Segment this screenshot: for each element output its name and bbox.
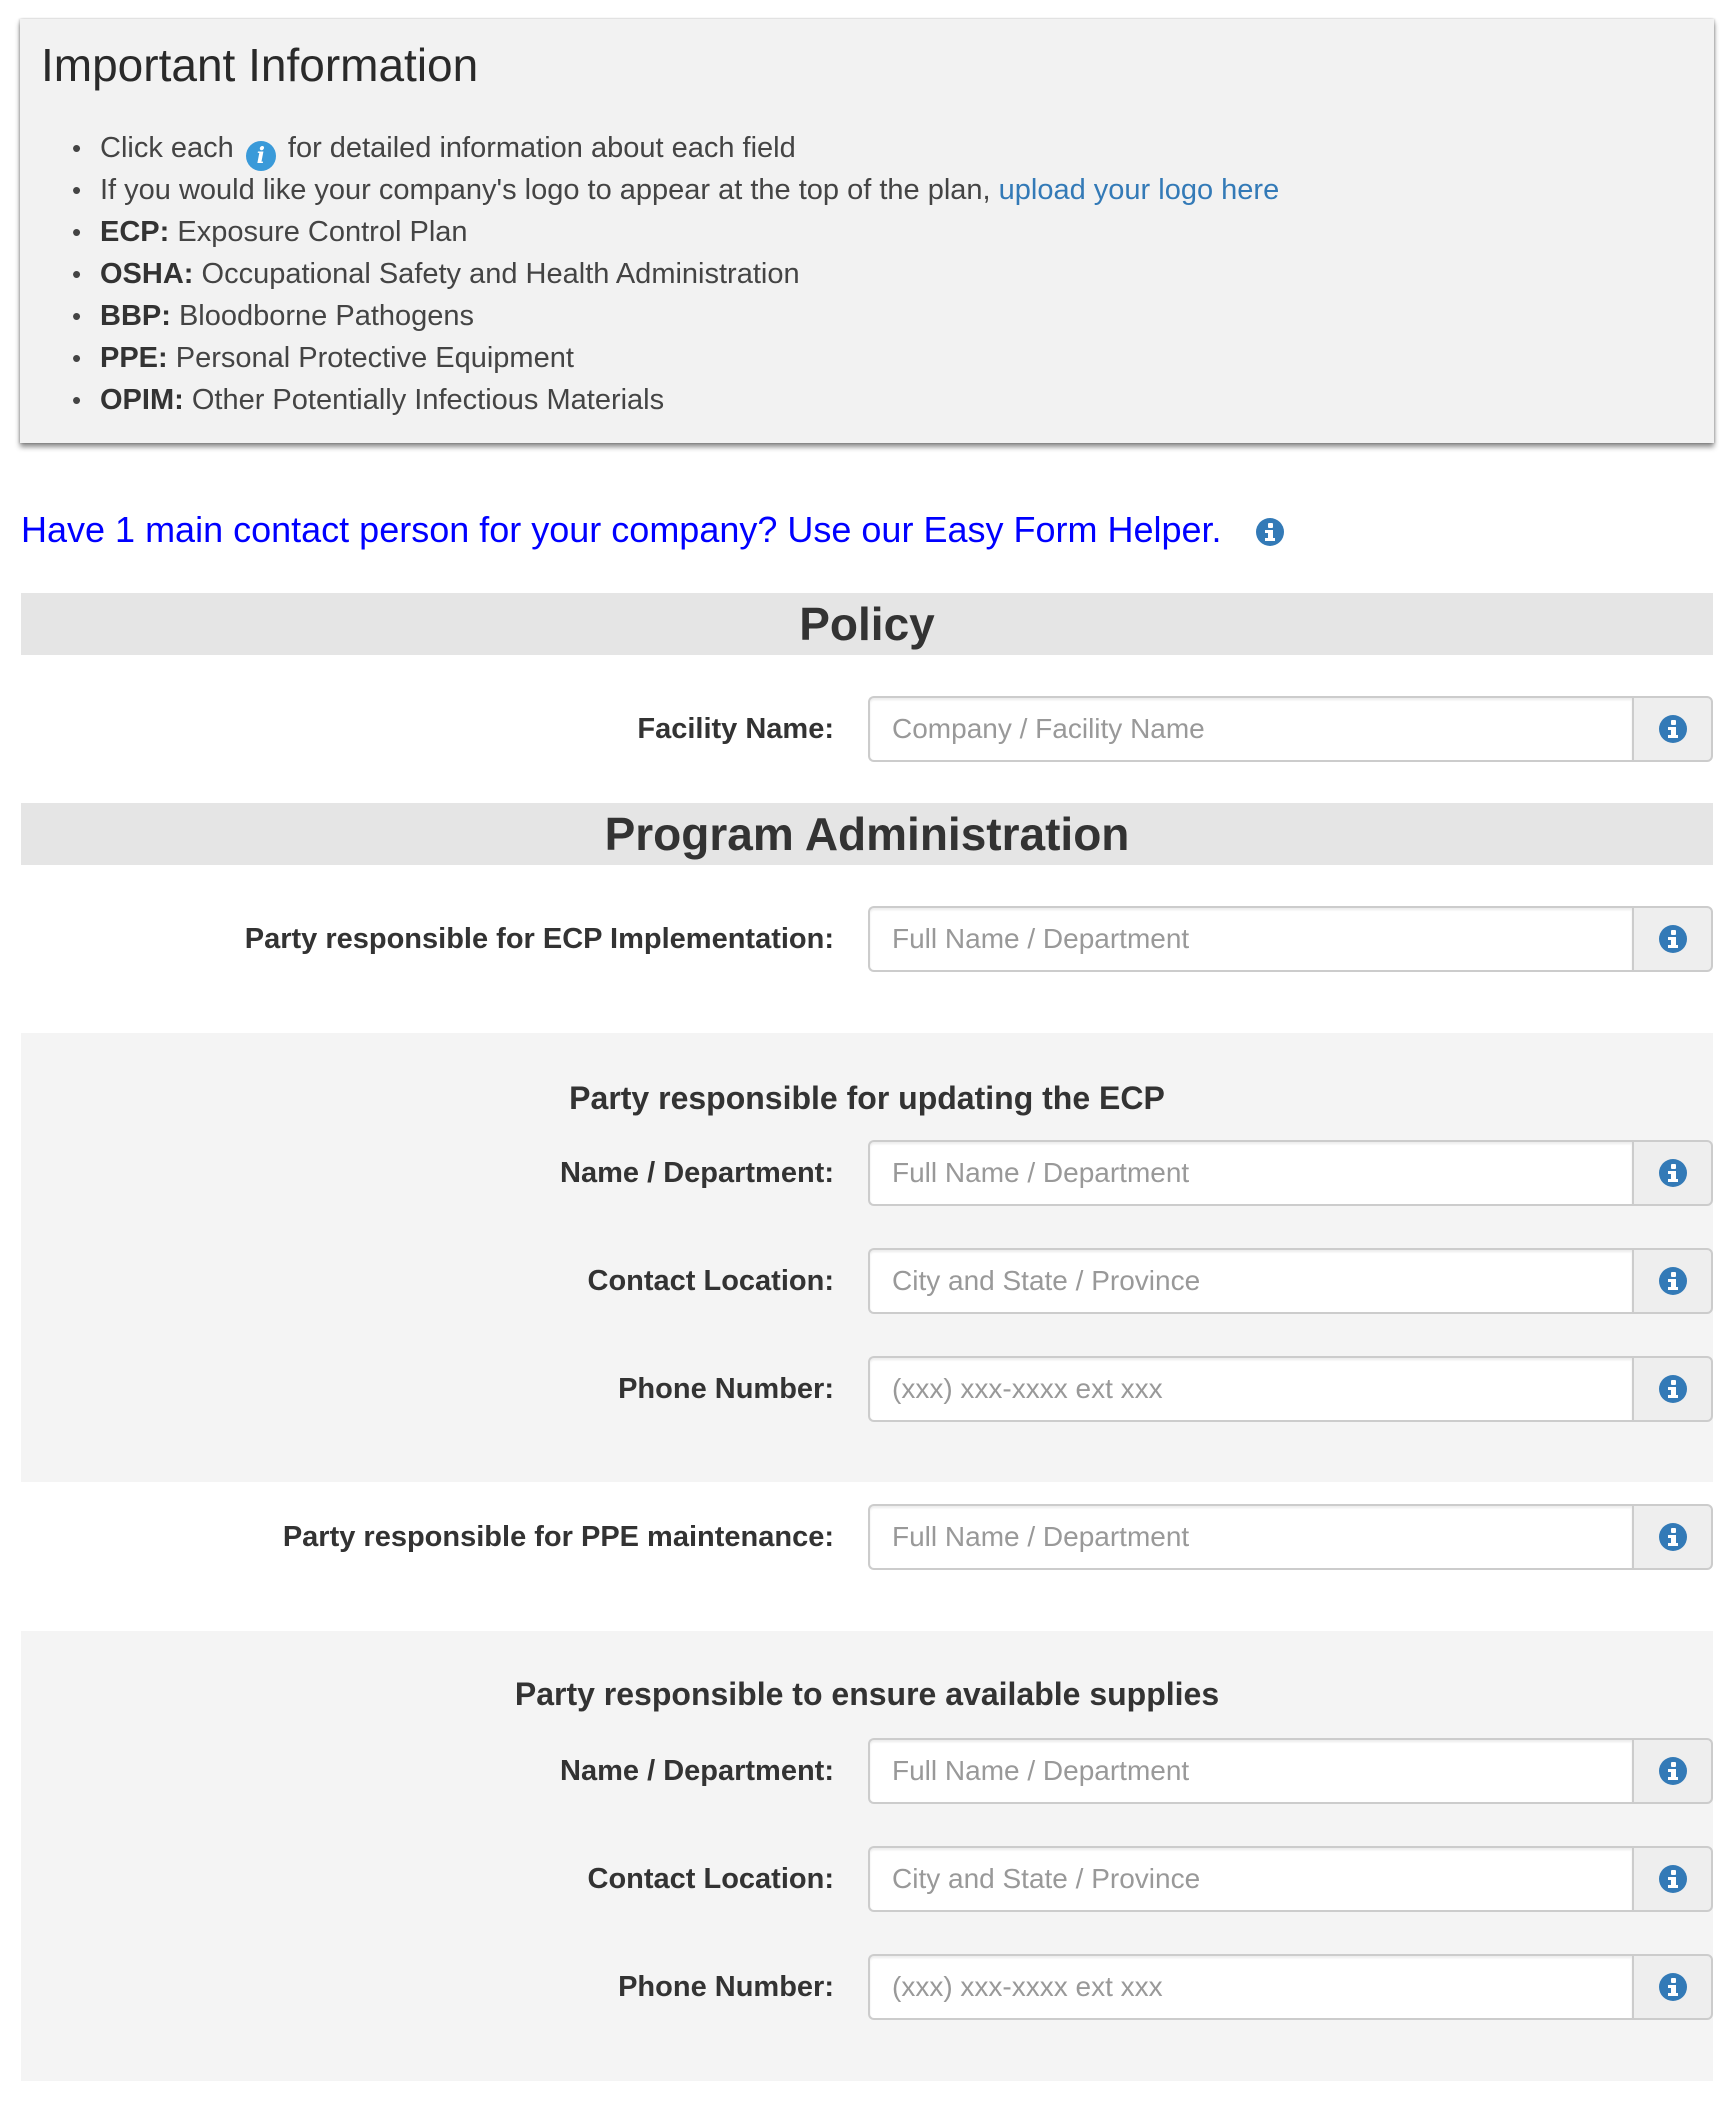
info-item-osha: OSHA: Occupational Safety and Health Adm… — [72, 253, 1279, 295]
info-list: Click each i for detailed information ab… — [20, 127, 1279, 421]
abbr-definition: Exposure Control Plan — [177, 216, 468, 248]
ppe-maintenance-group — [868, 1504, 1713, 1570]
important-information-panel: Important Information Click each i for d… — [20, 19, 1714, 443]
facility-name-label: Facility Name: — [637, 713, 834, 745]
abbr: OSHA: — [100, 258, 194, 290]
abbr: OPIM: — [100, 384, 184, 416]
info-icon — [1658, 925, 1687, 953]
updating-ecp-location-group — [868, 1248, 1713, 1314]
supplies-location-group — [868, 1846, 1713, 1912]
abbr-definition: Other Potentially Infectious Materials — [191, 384, 665, 416]
updating-ecp-name-info-button[interactable] — [1632, 1140, 1713, 1206]
supplies-location-label: Contact Location: — [587, 1863, 835, 1895]
facility-name-input[interactable] — [868, 696, 1632, 762]
updating-ecp-heading: Party responsible for updating the ECP — [569, 1080, 1165, 1116]
ppe-maintenance-label: Party responsible for PPE maintenance: — [282, 1521, 834, 1553]
info-icon — [1658, 715, 1687, 743]
info-icon — [1658, 1267, 1687, 1295]
updating-ecp-phone-info-button[interactable] — [1632, 1356, 1713, 1422]
supplies-phone-info-button[interactable] — [1632, 1954, 1713, 2020]
abbr: ECP: — [100, 216, 170, 248]
ppe-maintenance-info-button[interactable] — [1632, 1504, 1713, 1570]
ppe-maintenance-input[interactable] — [868, 1504, 1632, 1570]
info-item-ppe: PPE: Personal Protective Equipment — [72, 337, 1279, 379]
supplies-name-label: Name / Department: — [560, 1755, 834, 1787]
abbr-definition: Bloodborne Pathogens — [178, 300, 475, 332]
updating-ecp-name-input[interactable] — [868, 1140, 1632, 1206]
info-item-text: Click each — [100, 132, 234, 164]
supplies-phone-input[interactable] — [868, 1954, 1632, 2020]
abbr-definition: Occupational Safety and Health Administr… — [201, 258, 800, 290]
info-item-click-each: Click each i for detailed information ab… — [72, 127, 1279, 171]
facility-name-info-button[interactable] — [1632, 696, 1713, 762]
section-policy: Policy — [21, 593, 1713, 655]
ecp-implementation-group — [868, 906, 1713, 972]
ecp-implementation-info-button[interactable] — [1632, 906, 1713, 972]
updating-ecp-location-label: Contact Location: — [587, 1265, 835, 1297]
updating-ecp-location-input[interactable] — [868, 1248, 1632, 1314]
info-icon — [1658, 1523, 1687, 1551]
updating-ecp-location-info-button[interactable] — [1632, 1248, 1713, 1314]
abbr-definition: Personal Protective Equipment — [175, 342, 574, 374]
section-program-administration: Program Administration — [21, 803, 1713, 865]
info-item-ecp: ECP: Exposure Control Plan — [72, 211, 1279, 253]
info-icon — [1658, 1375, 1687, 1403]
info-title: Important Information — [41, 39, 479, 91]
info-icon — [1658, 1865, 1687, 1893]
supplies-heading: Party responsible to ensure available su… — [514, 1676, 1220, 1712]
supplies-name-group — [868, 1738, 1713, 1804]
info-item-opim: OPIM: Other Potentially Infectious Mater… — [72, 379, 1279, 421]
info-item-text: If you would like your company's logo to… — [100, 174, 991, 206]
updating-ecp-phone-group — [868, 1356, 1713, 1422]
supplies-location-input[interactable] — [868, 1846, 1632, 1912]
abbr: PPE: — [100, 342, 168, 374]
easy-form-helper-link[interactable]: Have 1 main contact person for your comp… — [21, 508, 1222, 552]
updating-ecp-name-label: Name / Department: — [560, 1157, 834, 1189]
info-icon — [1658, 1973, 1687, 2001]
info-item-text: for detailed information about each fiel… — [287, 132, 796, 164]
supplies-location-info-button[interactable] — [1632, 1846, 1713, 1912]
supplies-name-info-button[interactable] — [1632, 1738, 1713, 1804]
upload-logo-link[interactable]: upload your logo here — [999, 174, 1280, 206]
abbr: BBP: — [100, 300, 171, 332]
supplies-name-input[interactable] — [868, 1738, 1632, 1804]
ecp-implementation-label: Party responsible for ECP Implementation… — [244, 923, 834, 955]
facility-name-group — [868, 696, 1713, 762]
info-icon: i — [245, 141, 276, 171]
supplies-phone-label: Phone Number: — [618, 1971, 834, 2003]
info-item-bbp: BBP: Bloodborne Pathogens — [72, 295, 1279, 337]
info-icon[interactable] — [1256, 518, 1284, 546]
info-icon — [1658, 1159, 1687, 1187]
info-item-logo: If you would like your company's logo to… — [72, 169, 1280, 211]
updating-ecp-phone-input[interactable] — [868, 1356, 1632, 1422]
supplies-phone-group — [868, 1954, 1713, 2020]
ecp-implementation-input[interactable] — [868, 906, 1632, 972]
updating-ecp-phone-label: Phone Number: — [618, 1373, 834, 1405]
updating-ecp-name-group — [868, 1140, 1713, 1206]
info-icon — [1658, 1757, 1687, 1785]
